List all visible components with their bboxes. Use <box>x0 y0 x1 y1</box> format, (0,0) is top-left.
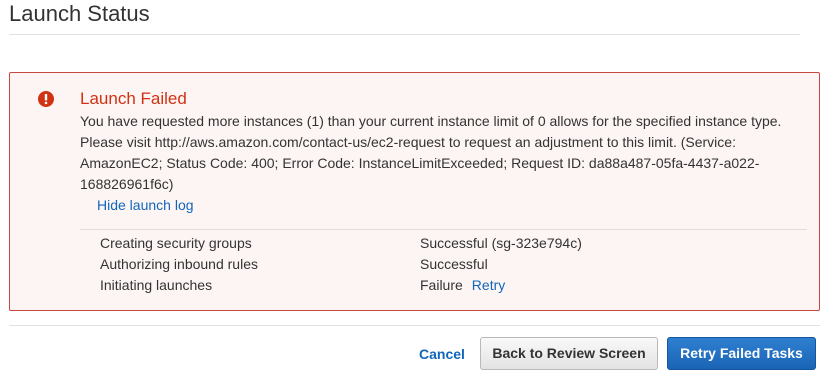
retry-failed-tasks-button[interactable]: Retry Failed Tasks <box>667 337 816 370</box>
exclamation-circle-icon <box>38 91 54 107</box>
title-divider <box>9 34 800 35</box>
launch-log-table: Creating security groups Successful (sg-… <box>100 233 800 296</box>
log-status-text: Failure <box>420 277 463 293</box>
log-status: Successful (sg-323e794c) <box>420 233 582 254</box>
back-to-review-button[interactable]: Back to Review Screen <box>480 337 658 370</box>
log-row: Initiating launches Failure Retry <box>100 275 800 296</box>
error-title: Launch Failed <box>80 89 187 108</box>
log-task-label: Creating security groups <box>100 235 252 251</box>
error-message: You have requested more instances (1) th… <box>80 113 782 192</box>
log-status: Failure Retry <box>420 275 505 296</box>
retry-link[interactable]: Retry <box>472 277 505 293</box>
page-title: Launch Status <box>9 1 150 26</box>
log-task-label: Authorizing inbound rules <box>100 256 258 272</box>
log-row: Authorizing inbound rules Successful <box>100 254 800 275</box>
launch-status-page: Launch Status Launch Failed You have req… <box>0 0 828 378</box>
log-status-text: Successful <box>420 256 488 272</box>
log-row: Creating security groups Successful (sg-… <box>100 233 800 254</box>
launch-failed-alert: Launch Failed You have requested more in… <box>9 72 820 311</box>
log-divider <box>80 229 807 230</box>
footer-divider <box>9 325 820 326</box>
log-task-label: Initiating launches <box>100 277 213 293</box>
log-status: Successful <box>420 254 488 275</box>
hide-launch-log-link[interactable]: Hide launch log <box>97 196 194 214</box>
cancel-link[interactable]: Cancel <box>419 345 465 363</box>
log-status-text: Successful (sg-323e794c) <box>420 235 582 251</box>
